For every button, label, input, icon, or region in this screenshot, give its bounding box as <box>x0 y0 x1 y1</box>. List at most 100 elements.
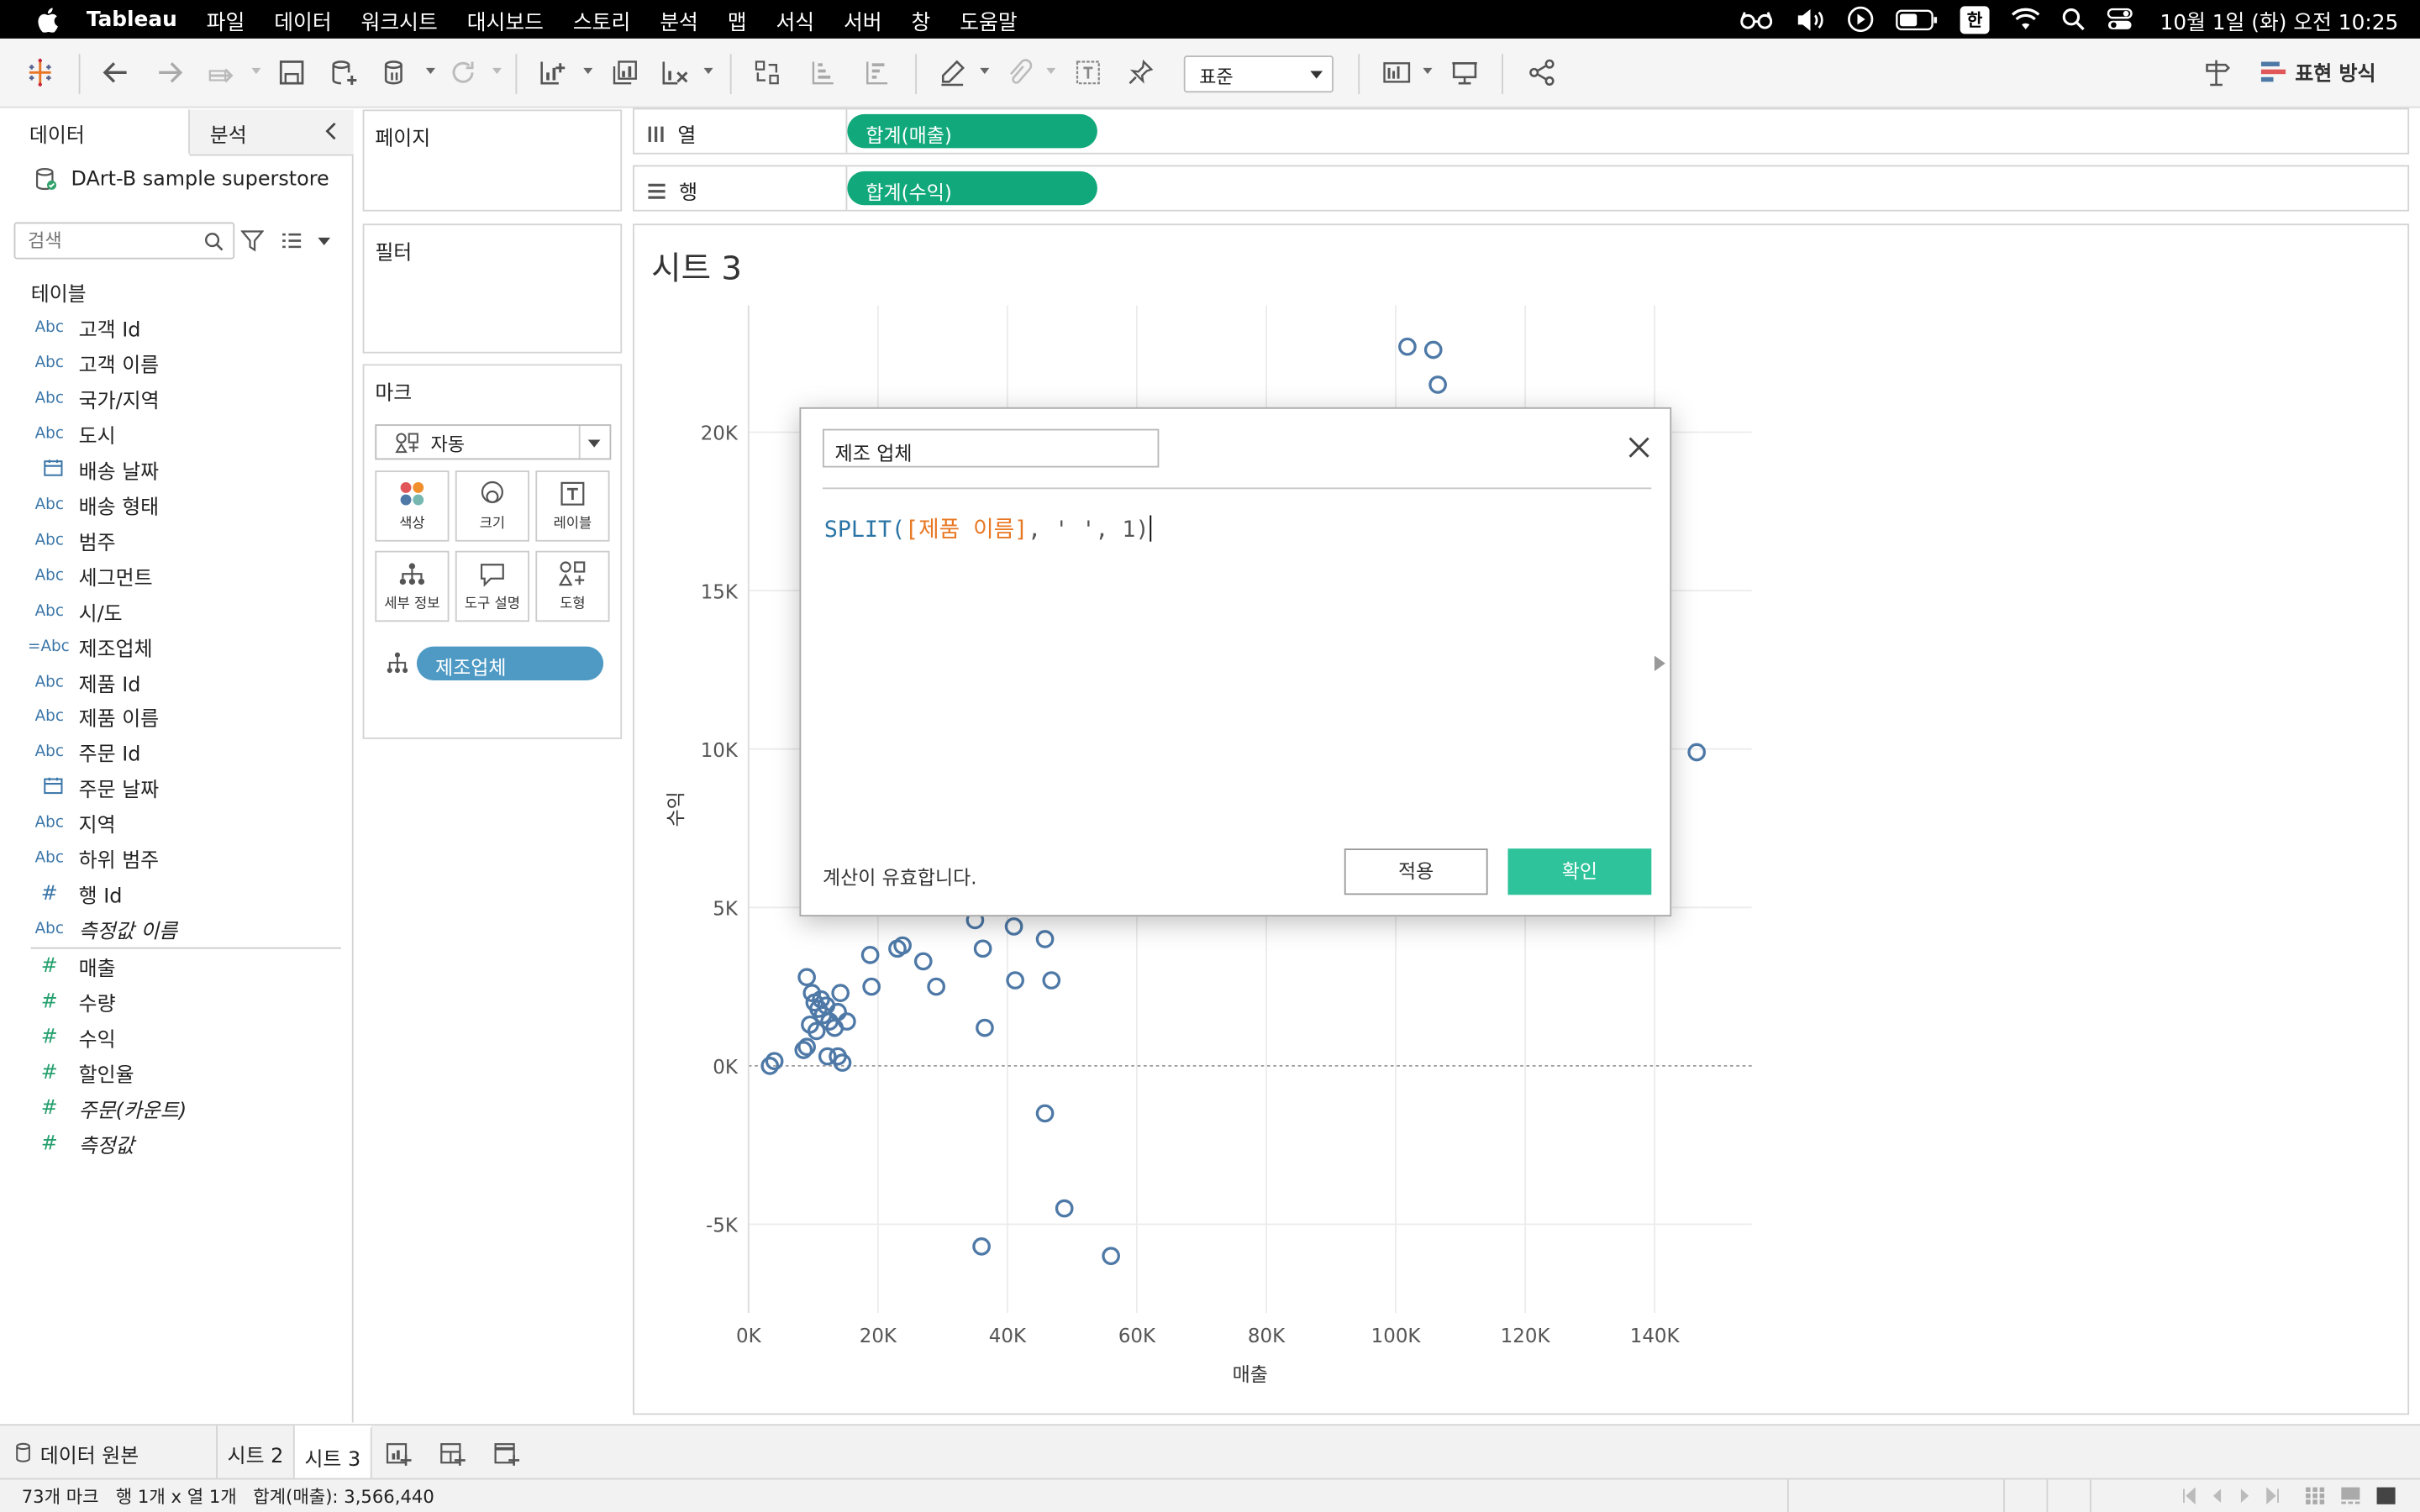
data-point[interactable] <box>973 939 992 958</box>
collapse-pane-icon[interactable] <box>324 122 339 140</box>
clock[interactable]: 10월 1일 (화) 오전 10:25 <box>2160 4 2399 35</box>
data-point[interactable] <box>913 952 933 971</box>
data-point[interactable] <box>797 968 816 987</box>
swap-rows-columns-icon[interactable] <box>749 54 786 91</box>
show-labels-icon[interactable] <box>1070 54 1107 91</box>
data-point[interactable] <box>1423 340 1443 360</box>
measure-field[interactable]: # 수익 <box>0 1020 352 1055</box>
columns-pill-sales[interactable]: 합계(매출) <box>847 113 1097 149</box>
dimension-field[interactable]: Abc 고객 이름 <box>0 345 352 381</box>
menu-server[interactable]: 서버 <box>844 4 882 35</box>
data-point[interactable] <box>797 1037 816 1057</box>
data-point[interactable] <box>976 1018 994 1037</box>
undo-icon[interactable] <box>97 54 134 91</box>
menu-file[interactable]: 파일 <box>207 4 245 35</box>
dimension-field[interactable]: Abc 하위 범주 <box>0 841 352 876</box>
input-source-indicator[interactable]: 한 <box>1960 5 1989 34</box>
dimension-field[interactable]: Abc 세그먼트 <box>0 558 352 593</box>
tab-sheet-3[interactable]: 시트 3 <box>294 1425 372 1478</box>
dimension-field[interactable]: Abc 고객 Id <box>0 310 352 345</box>
clear-sheet-icon[interactable] <box>656 54 693 91</box>
size-button[interactable]: 크기 <box>455 470 529 542</box>
new-story-tab-icon[interactable] <box>492 1440 520 1467</box>
dimension-field[interactable]: Abc 측정값 이름 <box>0 912 352 948</box>
data-point[interactable] <box>831 984 850 1002</box>
datasource-item[interactable]: DArt-B sample superstore <box>34 166 329 191</box>
dimension-field[interactable]: Abc 제품 Id <box>0 664 352 700</box>
view-dropdown-caret[interactable] <box>318 237 331 246</box>
dimension-field[interactable]: Abc 도시 <box>0 417 352 452</box>
show-me-button[interactable]: 표현 방식 <box>2260 57 2375 87</box>
tab-sheet-2[interactable]: 시트 2 <box>218 1425 295 1478</box>
dimension-field[interactable]: Abc 제품 이름 <box>0 700 352 735</box>
apply-button[interactable]: 적용 <box>1344 848 1488 895</box>
dimension-field[interactable]: Abc 시/도 <box>0 593 352 628</box>
data-point[interactable] <box>1428 375 1447 394</box>
new-datasource-icon[interactable] <box>326 54 363 91</box>
dimension-field[interactable]: Abc 배송 형태 <box>0 487 352 522</box>
measure-field[interactable]: # 할인율 <box>0 1055 352 1090</box>
detail-pill-manufacturer[interactable]: 제조업체 <box>416 646 604 680</box>
rows-pill-profit[interactable]: 합계(수익) <box>847 171 1097 206</box>
refresh-icon[interactable] <box>445 54 481 91</box>
data-point[interactable] <box>972 1237 991 1256</box>
tableau-logo-icon[interactable] <box>22 54 59 91</box>
redo-icon[interactable] <box>151 54 188 91</box>
columns-shelf[interactable]: 열 합계(매출) <box>633 108 2410 155</box>
tooltip-button[interactable]: 도구 설명 <box>455 550 529 622</box>
fit-dropdown[interactable]: 표준 <box>1183 55 1334 93</box>
sheet-navigation-icon[interactable] <box>2181 1487 2289 1504</box>
tab-datasource[interactable]: 데이터 원본 <box>0 1425 218 1478</box>
close-icon[interactable] <box>1623 432 1655 463</box>
menu-dashboard[interactable]: 대시보드 <box>467 4 544 35</box>
control-center-icon[interactable] <box>2106 8 2132 31</box>
play-icon[interactable] <box>1848 6 1875 33</box>
filter-icon[interactable] <box>240 230 265 252</box>
formula-editor[interactable]: SPLIT([제품 이름], ' ', 1) <box>824 512 1151 545</box>
data-point[interactable] <box>1004 917 1023 936</box>
dimension-field[interactable]: 주문 날짜 <box>0 770 352 806</box>
pin-icon[interactable] <box>1122 54 1159 91</box>
dimension-field[interactable]: Abc 주문 Id <box>0 735 352 770</box>
dimension-field[interactable]: Abc 국가/지역 <box>0 381 352 416</box>
new-dashboard-tab-icon[interactable] <box>439 1440 466 1467</box>
color-button[interactable]: 색상 <box>375 470 450 542</box>
data-point[interactable] <box>1006 971 1024 990</box>
data-point[interactable] <box>1687 743 1707 762</box>
data-point[interactable] <box>1398 337 1417 356</box>
menu-format[interactable]: 서식 <box>776 4 814 35</box>
menu-worksheet[interactable]: 워크시트 <box>361 4 438 35</box>
spotlight-icon[interactable] <box>2061 8 2085 31</box>
apple-icon[interactable] <box>37 7 59 32</box>
data-point[interactable] <box>838 1012 856 1031</box>
data-point[interactable] <box>860 946 880 964</box>
dimension-field[interactable]: =Abc 제조업체 <box>0 629 352 664</box>
field-search[interactable] <box>13 222 235 260</box>
mark-type-dropdown[interactable]: 자동 <box>375 424 612 460</box>
app-menu[interactable]: Tableau <box>87 7 177 31</box>
measure-field[interactable]: # 매출 <box>0 949 352 984</box>
menu-story[interactable]: 스토리 <box>573 4 630 35</box>
presentation-mode-icon[interactable] <box>1446 54 1483 91</box>
save-icon[interactable] <box>273 54 310 91</box>
menu-help[interactable]: 도움말 <box>960 4 1017 35</box>
new-worksheet-icon[interactable] <box>534 54 571 91</box>
filmstrip-view-icon[interactable] <box>2339 1486 2361 1506</box>
volume-icon[interactable] <box>1796 7 1827 31</box>
menu-window[interactable]: 창 <box>912 4 931 35</box>
data-point[interactable] <box>1035 930 1055 948</box>
shape-button[interactable]: 도형 <box>535 550 610 622</box>
ok-button[interactable]: 확인 <box>1507 848 1652 895</box>
wifi-icon[interactable] <box>2010 8 2039 31</box>
search-input[interactable] <box>28 225 198 256</box>
new-worksheet-tab-icon[interactable] <box>384 1440 412 1467</box>
menu-map[interactable]: 맵 <box>728 4 747 35</box>
share-icon[interactable] <box>1523 54 1560 91</box>
expand-functions-icon[interactable] <box>1654 655 1665 671</box>
data-point[interactable] <box>927 977 946 996</box>
data-point[interactable] <box>1042 971 1061 990</box>
data-point[interactable] <box>1035 1104 1055 1123</box>
highlight-icon[interactable] <box>934 54 971 91</box>
rows-shelf[interactable]: 행 합계(수익) <box>633 165 2410 212</box>
show-cards-icon[interactable] <box>1378 54 1415 91</box>
